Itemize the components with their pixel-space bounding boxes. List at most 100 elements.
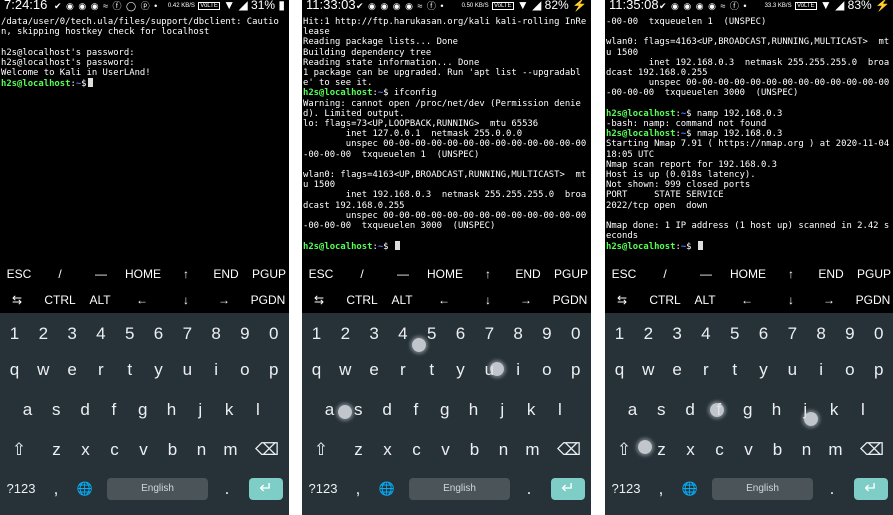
extra-key[interactable]: → — [512, 287, 540, 313]
extra-key[interactable]: ESC — [608, 261, 640, 287]
key-l[interactable]: l — [545, 395, 574, 425]
key-7[interactable]: 7 — [475, 319, 504, 349]
key-n[interactable]: n — [187, 435, 216, 465]
comma-key[interactable]: , — [346, 474, 370, 504]
key-z[interactable]: z — [344, 435, 373, 465]
key-y[interactable]: y — [144, 355, 173, 385]
key-p[interactable]: p — [259, 355, 288, 385]
key-m[interactable]: m — [216, 435, 245, 465]
key-8[interactable]: 8 — [504, 319, 533, 349]
key-i[interactable]: i — [807, 355, 836, 385]
extra-key[interactable]: → — [210, 287, 238, 313]
key-8[interactable]: 8 — [807, 319, 836, 349]
key-4[interactable]: 4 — [86, 319, 115, 349]
comma-key[interactable]: , — [649, 474, 673, 504]
extra-key[interactable]: ⇆ — [3, 287, 31, 313]
terminal-output[interactable]: Hit:1 http://ftp.harukasan.org/kali kali… — [303, 17, 590, 253]
extra-key[interactable]: PGUP — [855, 261, 893, 287]
key-q[interactable]: q — [0, 355, 29, 385]
key-f[interactable]: f — [99, 395, 128, 425]
key-1[interactable]: 1 — [302, 319, 331, 349]
key-5[interactable]: 5 — [720, 319, 749, 349]
key-y[interactable]: y — [749, 355, 778, 385]
key-6[interactable]: 6 — [749, 319, 778, 349]
extra-key[interactable]: PGDN — [853, 287, 893, 313]
key-v[interactable]: v — [734, 435, 763, 465]
key-o[interactable]: o — [835, 355, 864, 385]
key-k[interactable]: k — [517, 395, 546, 425]
key-b[interactable]: b — [763, 435, 792, 465]
extra-key[interactable]: ↑ — [172, 261, 200, 287]
key-d[interactable]: d — [71, 395, 100, 425]
key-n[interactable]: n — [792, 435, 821, 465]
key-u[interactable]: u — [173, 355, 202, 385]
key-m[interactable]: m — [821, 435, 850, 465]
key-7[interactable]: 7 — [778, 319, 807, 349]
key-5[interactable]: 5 — [115, 319, 144, 349]
key-e[interactable]: e — [663, 355, 692, 385]
key-0[interactable]: 0 — [864, 319, 893, 349]
key-x[interactable]: x — [71, 435, 100, 465]
backspace-key[interactable]: ⌫ — [250, 435, 284, 465]
extra-key[interactable]: / — [46, 261, 74, 287]
extra-key[interactable]: END — [208, 261, 244, 287]
extra-key[interactable]: PGUP — [552, 261, 590, 287]
period-key[interactable]: . — [215, 474, 239, 504]
key-b[interactable]: b — [158, 435, 187, 465]
extra-key[interactable]: ↑ — [777, 261, 805, 287]
key-v[interactable]: v — [129, 435, 158, 465]
key-t[interactable]: t — [115, 355, 144, 385]
key-r[interactable]: r — [388, 355, 417, 385]
key-2[interactable]: 2 — [331, 319, 360, 349]
key-q[interactable]: q — [302, 355, 331, 385]
key-2[interactable]: 2 — [29, 319, 58, 349]
enter-key[interactable]: ↵ — [551, 478, 585, 500]
extra-key[interactable]: ↓ — [172, 287, 200, 313]
globe-icon[interactable]: 🌐 — [72, 474, 98, 504]
key-c[interactable]: c — [100, 435, 129, 465]
key-6[interactable]: 6 — [446, 319, 475, 349]
key-c[interactable]: c — [705, 435, 734, 465]
key-h[interactable]: h — [762, 395, 791, 425]
terminal-output[interactable]: /data/user/0/tech.ula/files/support/dbcl… — [1, 17, 288, 89]
extra-key[interactable]: HOME — [118, 261, 168, 287]
key-d[interactable]: d — [676, 395, 705, 425]
key-s[interactable]: s — [647, 395, 676, 425]
extra-key[interactable]: CTRL — [647, 287, 683, 313]
key-b[interactable]: b — [460, 435, 489, 465]
key-e[interactable]: e — [360, 355, 389, 385]
extra-key[interactable]: HOME — [420, 261, 470, 287]
key-p[interactable]: p — [864, 355, 893, 385]
key-9[interactable]: 9 — [835, 319, 864, 349]
key-x[interactable]: x — [676, 435, 705, 465]
key-4[interactable]: 4 — [691, 319, 720, 349]
key-j[interactable]: j — [488, 395, 517, 425]
key-3[interactable]: 3 — [58, 319, 87, 349]
extra-key[interactable]: ESC — [305, 261, 337, 287]
key-i[interactable]: i — [504, 355, 533, 385]
key-t[interactable]: t — [417, 355, 446, 385]
extra-key[interactable]: END — [813, 261, 849, 287]
key-r[interactable]: r — [86, 355, 115, 385]
extra-key[interactable]: — — [86, 261, 116, 287]
symbols-key[interactable]: ?123 — [0, 474, 42, 504]
key-s[interactable]: s — [42, 395, 71, 425]
key-6[interactable]: 6 — [144, 319, 173, 349]
period-key[interactable]: . — [517, 474, 541, 504]
key-0[interactable]: 0 — [259, 319, 288, 349]
key-w[interactable]: w — [29, 355, 58, 385]
extra-key[interactable]: PGDN — [550, 287, 590, 313]
key-v[interactable]: v — [431, 435, 460, 465]
extra-key[interactable]: / — [348, 261, 376, 287]
enter-key[interactable]: ↵ — [249, 478, 283, 500]
key-g[interactable]: g — [128, 395, 157, 425]
key-n[interactable]: n — [489, 435, 518, 465]
extra-key[interactable]: PGUP — [250, 261, 288, 287]
key-u[interactable]: u — [778, 355, 807, 385]
key-z[interactable]: z — [42, 435, 71, 465]
space-key[interactable]: English — [409, 478, 510, 500]
key-0[interactable]: 0 — [561, 319, 590, 349]
extra-key[interactable]: — — [691, 261, 721, 287]
extra-key[interactable]: ← — [128, 287, 156, 313]
extra-key[interactable]: ⇆ — [305, 287, 333, 313]
